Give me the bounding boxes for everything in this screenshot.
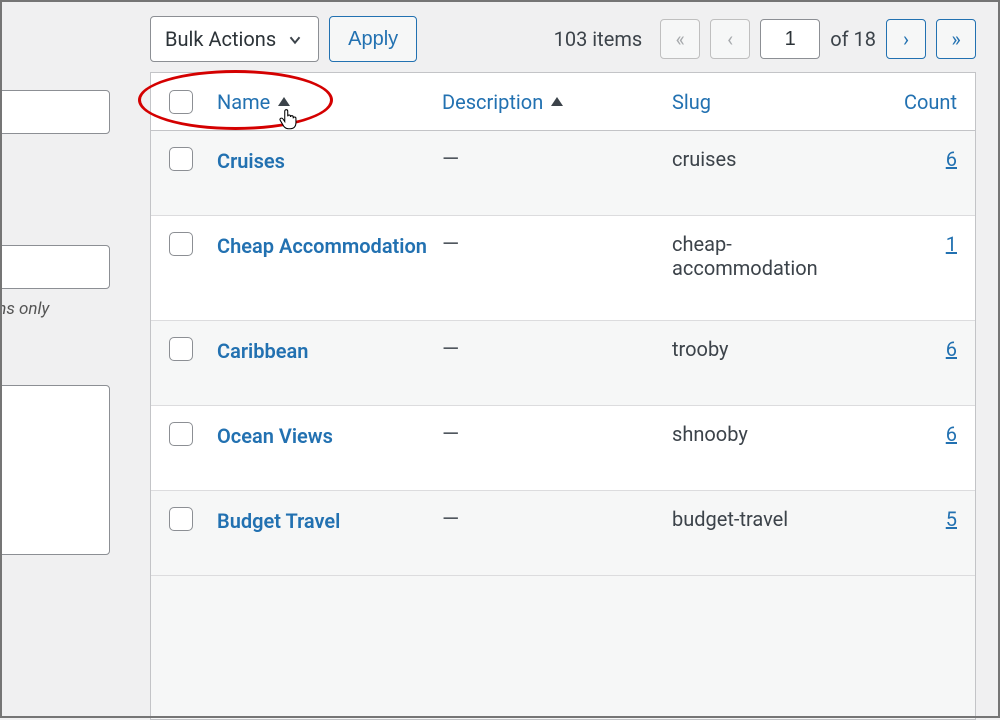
term-description: —: [442, 507, 672, 532]
term-count-link[interactable]: 5: [877, 507, 957, 531]
row-checkbox[interactable]: [169, 422, 193, 446]
term-description: —: [442, 337, 672, 362]
row-checkbox[interactable]: [169, 507, 193, 531]
next-page-button[interactable]: ›: [886, 19, 926, 59]
left-hint-1: ite.: [0, 142, 110, 167]
chevron-down-icon: [286, 30, 304, 48]
term-description: —: [442, 232, 672, 257]
terms-table: Name Description Slug Count Cruises—crui…: [150, 72, 976, 720]
column-header-count[interactable]: Count: [877, 90, 957, 114]
term-slug: trooby: [672, 337, 877, 361]
term-count-link[interactable]: 6: [877, 337, 957, 361]
left-hint-2: of the contains only: [0, 297, 110, 322]
left-hint-3: efault;: [0, 567, 110, 592]
term-slug: shnooby: [672, 422, 877, 446]
term-slug: cheap-accommodation: [672, 232, 877, 280]
term-slug: cruises: [672, 147, 877, 171]
table-row: Caribbean —trooby6: [151, 321, 975, 406]
table-row: Cheap Accommodation —cheap-accommodation1: [151, 216, 975, 321]
select-all-checkbox[interactable]: [169, 90, 193, 114]
term-name-link[interactable]: Ocean Views: [217, 424, 333, 448]
current-page-input[interactable]: [760, 19, 820, 59]
term-name-link[interactable]: Cheap Accommodation: [217, 234, 427, 258]
prev-page-button: ‹: [710, 19, 750, 59]
term-description: —: [442, 147, 672, 172]
column-header-description[interactable]: Description: [442, 90, 672, 114]
column-header-count-label: Count: [904, 90, 957, 114]
first-page-button: «: [660, 19, 700, 59]
table-toolbar: Bulk Actions Apply 103 items « ‹ of 18 ›…: [150, 16, 976, 62]
left-input-1[interactable]: [0, 90, 110, 134]
column-header-name-label: Name: [217, 90, 270, 114]
bulk-actions-select[interactable]: Bulk Actions: [150, 16, 319, 62]
apply-button[interactable]: Apply: [329, 16, 417, 62]
column-header-description-label: Description: [442, 90, 543, 114]
table-body: Cruises—cruises6Cheap Accommodation—chea…: [151, 131, 975, 576]
term-count-link[interactable]: 6: [877, 147, 957, 171]
term-name-link[interactable]: Budget Travel: [217, 509, 340, 533]
table-row: Cruises —cruises6: [151, 131, 975, 216]
term-name-link[interactable]: Cruises: [217, 149, 285, 173]
left-input-2[interactable]: [0, 245, 110, 289]
term-count-link[interactable]: 1: [877, 232, 957, 256]
sort-asc-icon: [551, 97, 563, 106]
left-partial-form: ite. of the contains only efault;: [0, 90, 110, 622]
term-description: —: [442, 422, 672, 447]
term-slug: budget-travel: [672, 507, 877, 531]
bulk-actions-label: Bulk Actions: [165, 27, 276, 51]
column-header-slug[interactable]: Slug: [672, 90, 877, 114]
row-checkbox[interactable]: [169, 147, 193, 171]
term-count-link[interactable]: 6: [877, 422, 957, 446]
term-name-link[interactable]: Caribbean: [217, 339, 308, 363]
column-header-slug-label: Slug: [672, 90, 711, 114]
row-checkbox[interactable]: [169, 337, 193, 361]
table-row: Ocean Views —shnooby6: [151, 406, 975, 491]
items-count: 103 items: [554, 27, 643, 51]
table-header-row: Name Description Slug Count: [151, 73, 975, 131]
table-row: Budget Travel —budget-travel5: [151, 491, 975, 576]
left-textarea[interactable]: [0, 385, 110, 555]
sort-asc-icon: [278, 97, 290, 106]
row-checkbox[interactable]: [169, 232, 193, 256]
column-header-name[interactable]: Name: [217, 90, 442, 114]
total-pages-label: of 18: [830, 27, 876, 51]
last-page-button[interactable]: »: [936, 19, 976, 59]
